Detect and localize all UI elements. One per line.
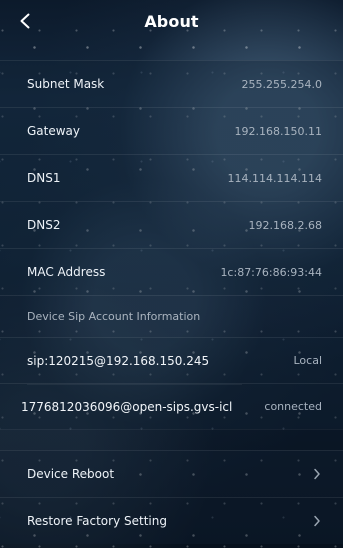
gateway-row: Gateway 192.168.150.11 [0,107,343,154]
sip-account-row-2: 1776812036096@open-sips.gvs-icl connecte… [0,383,343,429]
dns2-row: DNS2 192.168.2.68 [0,201,343,248]
sip-account-address-1: sip:120215@192.168.150.245 [27,353,210,368]
restore-factory-setting-label: Restore Factory Setting [27,514,167,528]
subnet-mask-row: Subnet Mask 255.255.254.0 [0,60,343,107]
dns2-label: DNS2 [27,218,61,232]
dns1-value: 114.114.114.114 [227,171,322,185]
device-sip-account-section: Device Sip Account Information [0,295,343,337]
mac-address-value: 1c:87:76:86:93:44 [220,265,322,279]
subnet-mask-value: 255.255.254.0 [241,77,322,91]
chevron-right-icon [312,515,322,527]
dns1-row: DNS1 114.114.114.114 [0,154,343,201]
gateway-label: Gateway [27,124,81,138]
section-title: Device Sip Account Information [27,310,201,323]
page-title: About [144,12,199,31]
gateway-value: 192.168.150.11 [234,124,322,138]
sip-account-address-2: 1776812036096@open-sips.gvs-icl [21,399,233,414]
dns2-value: 192.168.2.68 [248,218,322,232]
mac-address-label: MAC Address [27,265,106,279]
chevron-right-icon [312,468,322,480]
sip-account-row-1: sip:120215@192.168.150.245 Local [0,337,343,383]
top-bar: About [0,0,343,48]
subnet-mask-label: Subnet Mask [27,77,105,91]
device-reboot-label: Device Reboot [27,467,115,481]
section-spacer [0,429,343,450]
about-list: Subnet Mask 255.255.254.0 Gateway 192.16… [0,60,343,544]
device-reboot-button[interactable]: Device Reboot [0,450,343,497]
restore-factory-setting-button[interactable]: Restore Factory Setting [0,497,343,544]
sip-account-status-2: connected [264,400,322,413]
row-underline [27,384,242,385]
sip-account-status-1: Local [293,354,322,367]
dns1-label: DNS1 [27,171,61,185]
mac-address-row: MAC Address 1c:87:76:86:93:44 [0,248,343,295]
